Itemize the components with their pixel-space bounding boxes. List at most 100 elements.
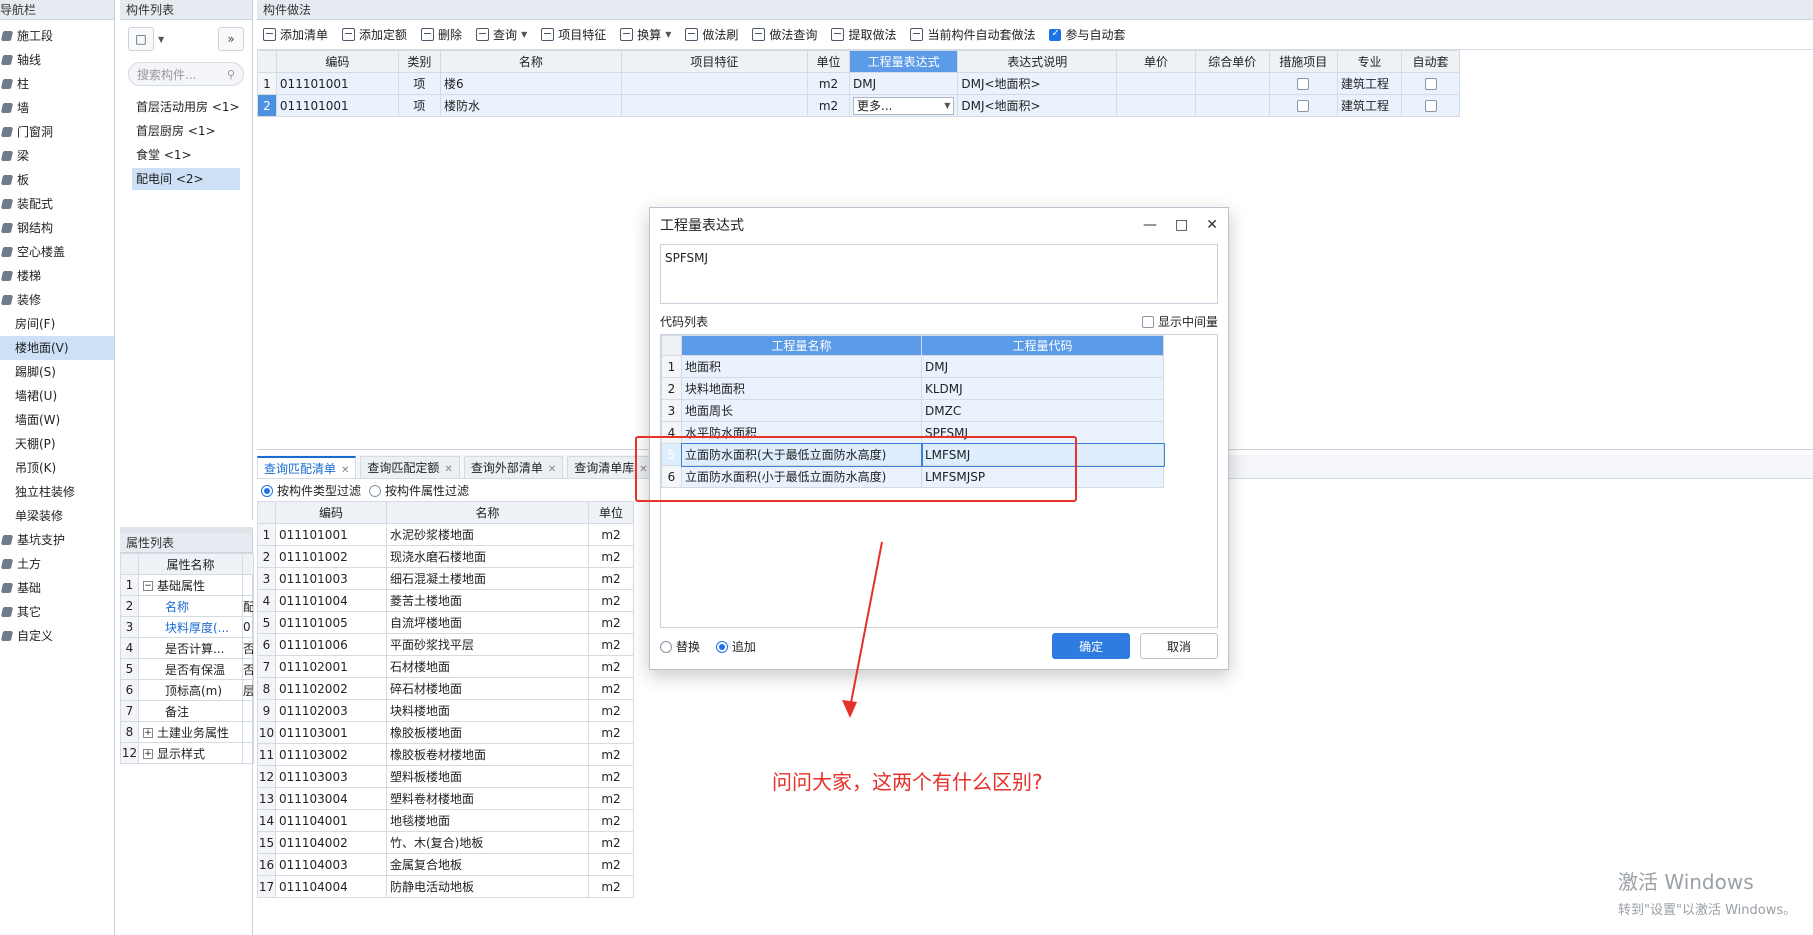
quantity-name-cell[interactable]: 块料地面积 [681,377,922,400]
methods-column-header[interactable]: 专业 [1336,50,1403,73]
query-column-header[interactable]: 名称 [386,501,589,524]
quantity-name-cell[interactable]: 立面防水面积(大于最低立面防水高度) [680,442,923,467]
query-row[interactable]: 6 011101006 平面砂浆找平层 m2 [257,633,634,656]
methods-total-cell[interactable] [1194,72,1270,95]
methods-column-header[interactable]: 类别 [397,50,441,73]
methods-price-cell[interactable] [1116,94,1196,117]
methods-desc-cell[interactable]: DMJ<地面积> [957,72,1118,95]
property-row[interactable]: 8 + 土建业务属性 [120,721,254,743]
nav-item[interactable]: 踢脚(S) [0,360,114,384]
methods-column-header[interactable]: 单位 [806,50,851,73]
query-row[interactable]: 8 011102002 碎石材楼地面 m2 [257,677,634,700]
methods-feature-cell[interactable] [620,94,808,117]
quantity-name-cell[interactable]: 地面周长 [681,399,922,422]
quantity-code-cell[interactable]: DMZC [921,399,1164,422]
quantity-code-cell[interactable]: KLDMJ [921,377,1164,400]
expand-pane-button[interactable]: » [218,27,244,51]
methods-row[interactable]: 2 011101001 项楼防水 m2 更多... ▼ DMJ<地面积> 建筑工程 [257,94,1460,117]
auto-apply-checkbox[interactable] [1049,28,1062,41]
toolbar-button[interactable]: 项目特征 [541,26,606,43]
close-icon[interactable]: ✕ [341,465,349,476]
auto-apply-row-checkbox[interactable] [1424,100,1437,112]
filter-by-type-option[interactable]: 按构件类型过滤 [261,482,361,499]
methods-name-cell[interactable]: 楼6 [439,72,622,95]
query-tab[interactable]: 查询清单库 ✕ [567,456,655,478]
methods-column-header[interactable]: 措施项目 [1268,50,1338,73]
nav-item[interactable]: 空心楼盖 [0,240,114,264]
component-item[interactable]: 首层厨房 <1> [132,120,240,142]
query-column-header[interactable]: 单位 [588,501,634,524]
cancel-button[interactable]: 取消 [1140,633,1218,659]
methods-feature-cell[interactable] [620,72,808,95]
methods-row[interactable]: 1 011101001 项楼6 m2 DMJ DMJ<地面积> 建筑工程 [257,72,1460,95]
toolbar-button[interactable]: 当前构件自动套做法 [910,26,1035,43]
query-row[interactable]: 17 011104004 防静电活动地板 m2 [257,875,634,898]
nav-item[interactable]: 其它 [0,600,114,624]
property-row[interactable]: 3 块料厚度(... 0 [120,616,254,638]
minimize-icon[interactable]: — [1143,217,1157,233]
collapse-icon[interactable]: − [143,581,153,591]
methods-unit-cell[interactable]: m2 [806,94,851,117]
quantity-name-cell[interactable]: 水平防水面积 [681,421,922,444]
nav-item[interactable]: 吊顶(K) [0,456,114,480]
query-row[interactable]: 5 011101005 自流坪楼地面 m2 [257,611,634,634]
nav-item[interactable]: 楼地面(V) [0,336,114,360]
replace-option[interactable]: 替换 [660,640,700,654]
close-icon[interactable]: ✕ [548,464,556,475]
toolbar-button[interactable]: 做法查询 [752,26,817,43]
query-row[interactable]: 3 011101003 细石混凝土楼地面 m2 [257,567,634,590]
show-intermediate-checkbox[interactable] [1142,316,1155,328]
query-row[interactable]: 15 011104002 竹、木(复合)地板 m2 [257,831,634,854]
methods-expression-cell[interactable]: DMJ [849,72,959,95]
component-item[interactable]: 首层活动用房 <1> [132,96,240,118]
query-tab[interactable]: 查询匹配定额 ✕ [360,456,460,478]
methods-type-cell[interactable]: 项 [397,72,441,95]
nav-item[interactable]: 柱 [0,72,114,96]
toolbar-button[interactable]: 换算 ▼ [620,26,671,43]
methods-type-cell[interactable]: 项 [397,94,441,117]
nav-item[interactable]: 独立柱装修 [0,480,114,504]
property-value-cell[interactable]: 否 [242,637,254,659]
methods-measure-cell[interactable] [1268,94,1338,117]
methods-column-header[interactable]: 自动套 [1401,50,1460,73]
close-icon[interactable]: ✕ [1206,217,1218,233]
query-row[interactable]: 2 011101002 现浇水磨石楼地面 m2 [257,545,634,568]
nav-item[interactable]: 钢结构 [0,216,114,240]
property-row[interactable]: 2 名称 配 [120,595,254,617]
property-row[interactable]: 1− 基础属性 [120,574,254,596]
toolbar-button[interactable]: 添加定额 [342,26,407,43]
component-search-input[interactable]: 搜索构件... ⚲ [128,62,244,86]
query-row[interactable]: 12 011103003 塑料板楼地面 m2 [257,765,634,788]
maximize-icon[interactable]: □ [1175,217,1188,233]
query-row[interactable]: 9 011102003 块料楼地面 m2 [257,699,634,722]
toolbar-button[interactable]: 提取做法 [831,26,896,43]
nav-item[interactable]: 基础 [0,576,114,600]
nav-item[interactable]: 轴线 [0,48,114,72]
property-value-cell[interactable] [242,742,254,764]
append-option[interactable]: 追加 [715,640,756,654]
code-list-row[interactable]: 1 地面积 DMJ [661,355,1164,378]
toolbar-button[interactable]: 删除 [421,26,462,43]
property-value-cell[interactable] [242,700,254,722]
query-row[interactable]: 1 011101001 水泥砂浆楼地面 m2 [257,523,634,546]
quantity-code-cell[interactable]: LMFSMJ [920,442,1165,467]
nav-item[interactable]: 装修 [0,288,114,312]
replace-radio[interactable] [660,641,672,653]
query-row[interactable]: 16 011104003 金属复合地板 m2 [257,853,634,876]
methods-expression-cell[interactable]: 更多... ▼ [849,94,959,117]
methods-column-header[interactable]: 单价 [1116,50,1196,73]
methods-unit-cell[interactable]: m2 [806,72,851,95]
query-row[interactable]: 7 011102001 石材楼地面 m2 [257,655,634,678]
property-row[interactable]: 7 备注 [120,700,254,722]
nav-item[interactable]: 土方 [0,552,114,576]
close-icon[interactable]: ✕ [444,464,452,475]
property-row[interactable]: 6 顶标高(m) 层 [120,679,254,701]
quantity-code-cell[interactable]: LMFSMJSP [921,465,1164,488]
methods-code-cell[interactable]: 011101001 [275,72,399,95]
methods-major-cell[interactable]: 建筑工程 [1336,94,1403,117]
methods-auto-cell[interactable] [1401,72,1460,95]
nav-item[interactable]: 施工段 [0,24,114,48]
methods-column-header[interactable]: 项目特征 [620,50,808,73]
component-item[interactable]: 配电间 <2> [132,168,240,190]
property-row[interactable]: 5 是否有保温 否 [120,658,254,680]
